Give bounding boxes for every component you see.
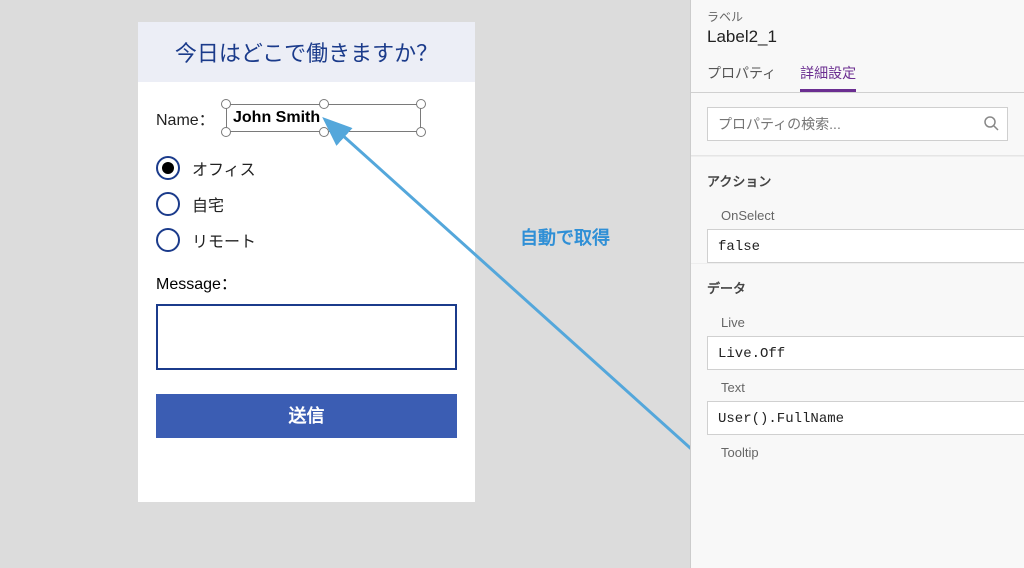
name-label: Name： — [156, 106, 226, 130]
resize-handle-top-left[interactable] — [221, 99, 231, 109]
properties-panel: ラベル Label2_1 プロパティ 詳細設定 アクション OnSelect f… — [690, 0, 1024, 568]
resize-handle-bottom-right[interactable] — [416, 127, 426, 137]
prop-label-live: Live — [691, 305, 1024, 336]
radio-circle-icon — [156, 156, 180, 180]
radio-label: リモート — [192, 228, 256, 252]
prop-value-text[interactable]: User().FullName — [707, 401, 1024, 435]
tab-advanced[interactable]: 詳細設定 — [800, 57, 856, 92]
radio-circle-icon — [156, 192, 180, 216]
radio-option-office[interactable]: オフィス — [156, 156, 457, 180]
resize-handle-bottom-center[interactable] — [319, 127, 329, 137]
prop-value-live[interactable]: Live.Off — [707, 336, 1024, 370]
search-icon — [983, 115, 999, 134]
form-title: 今日はどこで働きますか？ — [138, 22, 475, 82]
group-header-data: データ — [691, 263, 1024, 305]
prop-label-tooltip: Tooltip — [691, 435, 1024, 466]
message-textarea[interactable] — [156, 304, 457, 370]
prop-value-onselect[interactable]: false — [707, 229, 1024, 263]
property-search-wrap — [691, 93, 1024, 156]
radio-option-home[interactable]: 自宅 — [156, 192, 457, 216]
radio-label: オフィス — [192, 156, 256, 180]
form-card: 今日はどこで働きますか？ Name： John Smith オフィス 自宅 リモ… — [138, 22, 475, 502]
resize-handle-top-right[interactable] — [416, 99, 426, 109]
panel-tabs: プロパティ 詳細設定 — [691, 57, 1024, 93]
group-header-action: アクション — [691, 156, 1024, 198]
radio-circle-icon — [156, 228, 180, 252]
message-label: Message： — [138, 270, 475, 294]
name-row: Name： John Smith — [138, 104, 475, 132]
panel-section-label: ラベル — [691, 0, 1024, 27]
prop-label-text: Text — [691, 370, 1024, 401]
radio-label: 自宅 — [192, 192, 224, 216]
property-search-input[interactable] — [718, 108, 969, 140]
radio-option-remote[interactable]: リモート — [156, 228, 457, 252]
tab-properties[interactable]: プロパティ — [707, 57, 776, 92]
prop-label-onselect: OnSelect — [691, 198, 1024, 229]
resize-handle-top-center[interactable] — [319, 99, 329, 109]
panel-control-name: Label2_1 — [691, 27, 1024, 57]
property-search-box[interactable] — [707, 107, 1008, 141]
location-radio-group: オフィス 自宅 リモート — [138, 156, 475, 252]
resize-handle-bottom-left[interactable] — [221, 127, 231, 137]
name-value-text: John Smith — [233, 109, 320, 127]
name-value-label-control[interactable]: John Smith — [226, 104, 421, 132]
annotation-label: 自動で取得 — [520, 224, 610, 250]
submit-button[interactable]: 送信 — [156, 394, 457, 438]
